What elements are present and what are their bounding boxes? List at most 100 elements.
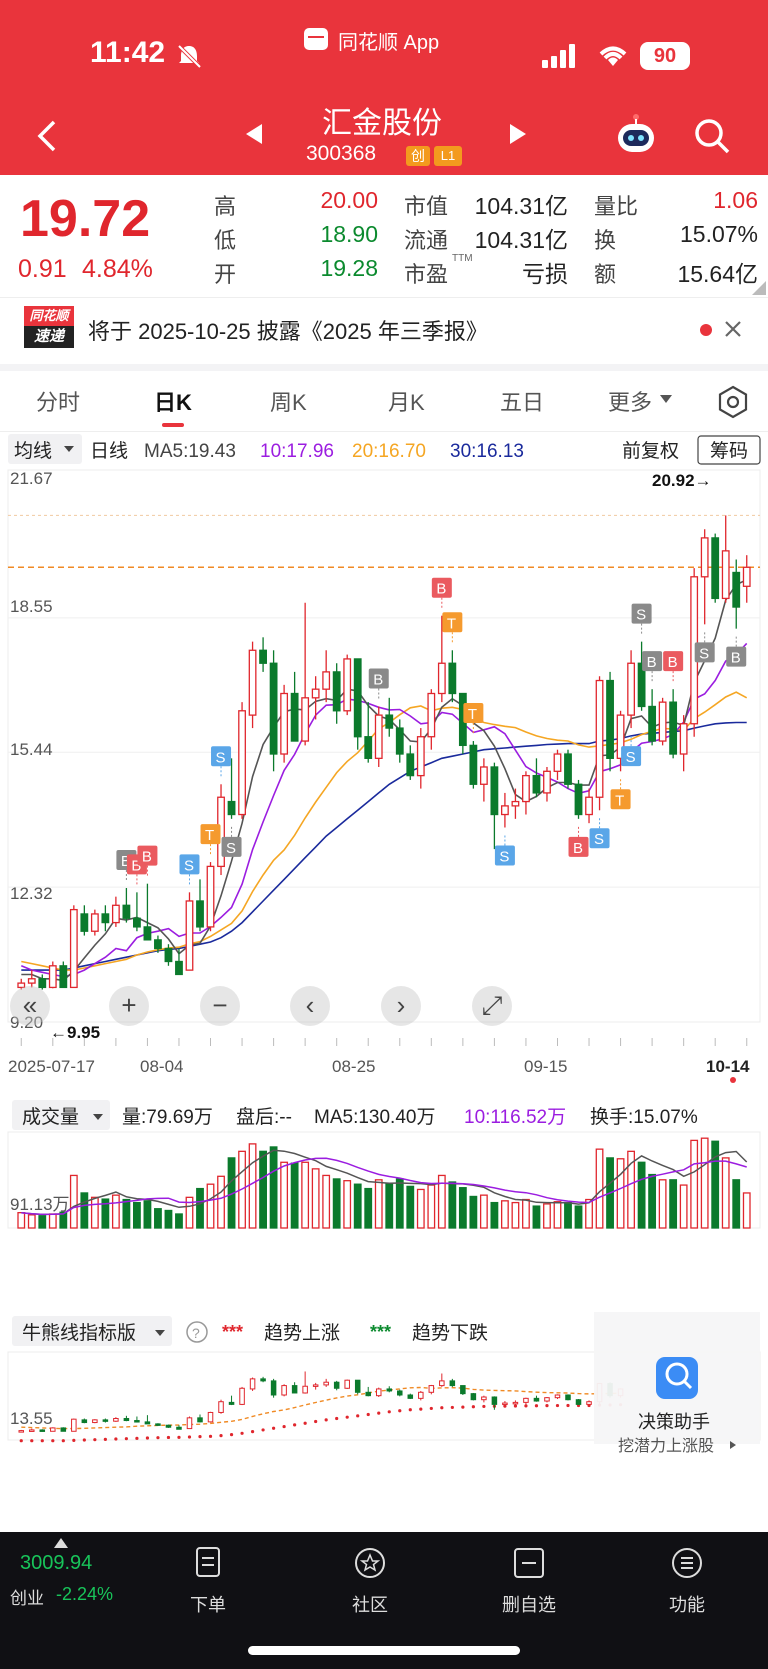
up-trend-label: 趋势上涨 <box>264 1322 340 1344</box>
level-badge: L1 <box>434 146 462 166</box>
remove-watchlist-button[interactable]: 删自选 <box>489 1546 569 1617</box>
candle-body <box>175 960 183 976</box>
ma-selector[interactable]: 均线 <box>14 440 52 462</box>
tab-more[interactable]: 更多 <box>608 385 652 417</box>
functions-button[interactable]: 功能 <box>647 1546 727 1617</box>
indicator-selector[interactable]: 牛熊线指标版 <box>22 1322 136 1344</box>
ind-candle-body <box>386 1388 393 1392</box>
kline-chart-area[interactable]: 均线 日线 MA5:19.43 10:17.96 20:16.70 30:16.… <box>0 432 768 1532</box>
ind-candle-body <box>407 1394 414 1399</box>
volume-bar <box>553 1201 562 1229</box>
next-stock-icon[interactable] <box>508 122 528 146</box>
ind-candle-body <box>375 1388 382 1397</box>
signal-label: B <box>142 849 152 866</box>
ind-candle-body <box>449 1380 456 1387</box>
tab-monthly-k[interactable]: 月K <box>388 385 425 417</box>
volume-bar <box>458 1187 467 1229</box>
order-button[interactable]: 下单 <box>168 1546 248 1617</box>
candle-body <box>522 774 530 803</box>
candle-body <box>269 662 278 755</box>
order-icon <box>196 1547 220 1577</box>
index-value[interactable]: 3009.94 <box>20 1552 92 1575</box>
bear-bull-dot <box>482 1404 486 1409</box>
bear-bull-dot <box>72 1438 76 1442</box>
tab-daily-k[interactable]: 日K <box>154 385 192 417</box>
ind-candle-body <box>144 1421 151 1425</box>
remove-watchlist-label: 删自选 <box>502 1595 556 1615</box>
kline-svg[interactable]: 均线 日线 MA5:19.43 10:17.96 20:16.70 30:16.… <box>0 432 768 1532</box>
bear-bull-dot <box>145 1436 150 1440</box>
board-badge: 创 <box>406 146 430 166</box>
tab-weekly-k[interactable]: 周K <box>270 385 307 417</box>
ind-candle-body <box>460 1385 466 1395</box>
scroll-right-button[interactable]: › <box>381 986 421 1026</box>
signal-label: S <box>636 607 646 624</box>
robot-assistant-icon[interactable] <box>614 112 658 156</box>
volume-bar <box>574 1205 583 1229</box>
order-label: 下单 <box>190 1595 226 1615</box>
ind-candle-body <box>302 1385 308 1394</box>
volume-ma10: 10:116.52万 <box>464 1107 566 1128</box>
mktcap-label: 市值 <box>404 194 449 219</box>
ind-candle-body <box>470 1393 477 1401</box>
scroll-left-fast-button[interactable]: « <box>10 986 50 1026</box>
chips-button[interactable]: 筹码 <box>710 440 748 462</box>
community-label: 社区 <box>352 1595 388 1615</box>
ind-candle-body <box>312 1384 319 1387</box>
zoom-in-button[interactable]: + <box>109 986 149 1026</box>
fullscreen-button[interactable]: ⤢ <box>472 986 512 1026</box>
zoom-out-button[interactable]: − <box>200 986 240 1026</box>
candle-body <box>501 805 509 816</box>
candle-body <box>122 904 131 919</box>
volume-bar <box>385 1182 394 1229</box>
prev-stock-icon[interactable] <box>244 122 264 146</box>
bear-bull-dot <box>19 1439 23 1443</box>
volume-bar <box>416 1188 425 1229</box>
settings-hexagon-icon[interactable] <box>716 385 750 419</box>
functions-label: 功能 <box>669 1595 705 1615</box>
ind-candle-body <box>439 1380 445 1387</box>
volume-selector[interactable]: 成交量 <box>22 1106 79 1128</box>
search-icon[interactable] <box>692 116 732 156</box>
ma20-label: 20:16.70 <box>352 441 426 462</box>
ind-candle-body <box>575 1399 582 1405</box>
ind-candle-body <box>491 1396 498 1405</box>
ind-candle-body <box>512 1401 519 1405</box>
signal-label: B <box>436 581 446 598</box>
candle-body <box>385 714 394 729</box>
volume-bar <box>206 1183 215 1229</box>
adjust-label[interactable]: 前复权 <box>622 440 679 462</box>
y-label-top: 21.67 <box>10 469 53 488</box>
low-label: 低 <box>214 228 237 253</box>
bear-bull-dot <box>524 1404 528 1408</box>
community-button[interactable]: 社区 <box>330 1546 410 1617</box>
volume-bar <box>595 1148 604 1229</box>
close-icon[interactable] <box>724 320 742 338</box>
bear-bull-dot <box>335 1416 339 1421</box>
candle-body <box>59 965 68 989</box>
volume-bar <box>217 1175 225 1229</box>
candle-body <box>721 550 730 600</box>
ind-candle-body <box>344 1379 350 1389</box>
candle-body <box>353 658 362 738</box>
y-label-3: 15.44 <box>10 740 53 759</box>
bear-bull-dot <box>240 1431 244 1435</box>
y-label-2: 18.55 <box>10 597 53 616</box>
float-label: 流通 <box>404 228 449 253</box>
candle-body <box>206 865 215 928</box>
tab-five-day[interactable]: 五日 <box>500 385 544 417</box>
tab-intraday[interactable]: 分时 <box>36 385 80 417</box>
ind-candle-body <box>544 1397 550 1402</box>
unread-dot <box>700 324 712 336</box>
bear-bull-dot <box>356 1414 360 1418</box>
notice-bar[interactable]: 同花顺 速递 将于 2025-10-25 披露《2025 年三季报》 <box>0 297 768 372</box>
bear-bull-dot <box>114 1437 118 1441</box>
volume-bar <box>269 1146 278 1229</box>
ind-candle-body <box>281 1385 287 1396</box>
candle-body <box>574 783 583 816</box>
scroll-left-button[interactable]: ‹ <box>290 986 330 1026</box>
volume-bar <box>27 1214 36 1229</box>
corner-expand-icon[interactable] <box>752 281 766 295</box>
candle-body <box>196 900 204 928</box>
back-arrow-icon[interactable] <box>36 118 60 154</box>
